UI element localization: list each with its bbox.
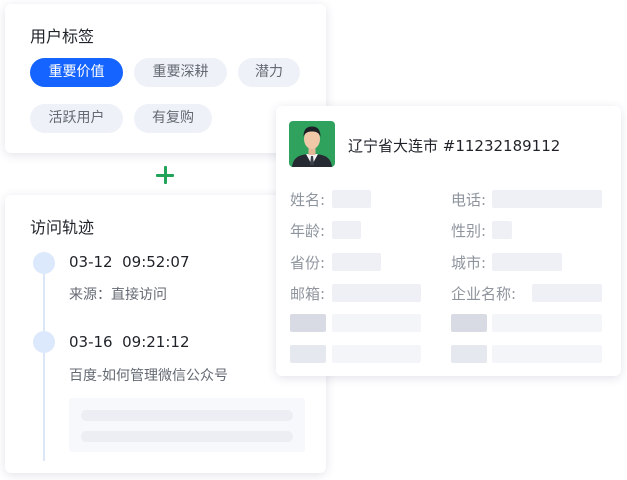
field-value-age <box>332 221 361 239</box>
field-label-age: 年龄: <box>290 222 326 240</box>
skeleton-label <box>451 314 487 332</box>
field-label-company: 企业名称: <box>451 285 517 303</box>
field-value-city <box>492 253 562 271</box>
skeleton-label <box>290 314 326 332</box>
skeleton-label <box>290 345 326 363</box>
tag-important-value[interactable]: 重要价值 <box>30 58 123 87</box>
tag-potential[interactable]: 潜力 <box>238 58 300 87</box>
tag-active-user[interactable]: 活跃用户 <box>30 104 123 133</box>
field-label-city: 城市: <box>451 254 487 272</box>
field-value-name <box>332 190 371 208</box>
field-label-gender: 性别: <box>451 222 487 240</box>
profile-title: 辽宁省大连市 #11232189112 <box>348 137 561 155</box>
field-label-email: 邮箱: <box>290 285 326 303</box>
field-value-province <box>332 253 381 271</box>
visit-source: 来源：直接访问 <box>69 287 167 303</box>
avatar <box>289 121 335 167</box>
skeleton-line <box>81 410 293 421</box>
field-value-company <box>532 284 602 302</box>
visit-time: 03-16 09:21:12 <box>69 333 190 351</box>
skeleton-value <box>492 345 602 363</box>
avatar-image <box>289 121 335 167</box>
field-value-gender <box>492 221 512 239</box>
skeleton-label <box>451 345 487 363</box>
field-label-phone: 电话: <box>451 191 487 209</box>
skeleton-value <box>332 314 421 332</box>
field-label-province: 省份: <box>290 254 326 272</box>
timeline-dot <box>33 252 55 274</box>
tags-title: 用户标签 <box>30 27 95 46</box>
visit-time: 03-12 09:52:07 <box>69 253 190 271</box>
visit-detail-placeholder <box>69 398 305 452</box>
tag-repurchase[interactable]: 有复购 <box>134 104 212 133</box>
customer-profile-card: 辽宁省大连市 #11232189112 姓名: 电话: 年龄: 性别: 省份: … <box>276 106 621 376</box>
tag-important-deep[interactable]: 重要深耕 <box>134 58 227 87</box>
skeleton-line <box>81 431 293 442</box>
timeline-dot <box>33 331 55 353</box>
field-label-name: 姓名: <box>290 191 326 209</box>
field-value-email <box>332 284 421 302</box>
visit-title: 访问轨迹 <box>30 218 95 237</box>
visit-source: 百度-如何管理微信公众号 <box>69 368 229 384</box>
plus-icon <box>155 165 175 185</box>
skeleton-value <box>492 314 602 332</box>
skeleton-value <box>332 345 421 363</box>
timeline-line <box>43 265 45 461</box>
field-value-phone <box>492 190 602 208</box>
